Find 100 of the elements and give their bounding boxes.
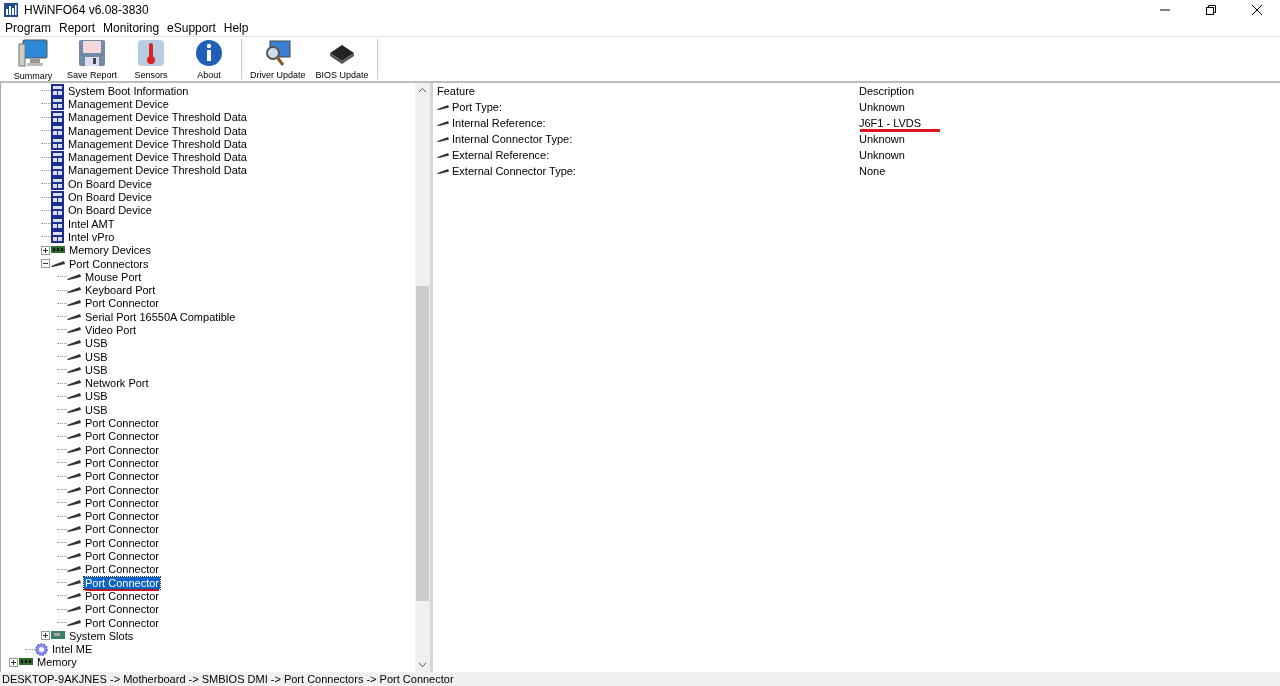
tree-item[interactable]: Memory: [36, 656, 78, 669]
dmi-icon: [51, 177, 64, 191]
monitor-icon: [18, 37, 48, 68]
toolbar-button[interactable]: About: [180, 37, 239, 81]
connector-plug-icon: [67, 485, 81, 494]
connector-plug-icon: [67, 352, 81, 361]
tree-item[interactable]: Port Connector: [84, 417, 160, 430]
tree-item[interactable]: Port Connector: [84, 483, 160, 496]
tree-item[interactable]: System Slots: [68, 629, 135, 642]
menu-item[interactable]: Program: [5, 21, 51, 35]
menu-item[interactable]: eSupport: [167, 21, 216, 35]
restore-icon[interactable]: [1206, 5, 1216, 15]
connector-plug-icon: [67, 472, 81, 481]
close-icon[interactable]: [1252, 5, 1262, 15]
scrollbar[interactable]: [415, 83, 430, 672]
tree-item[interactable]: USB: [84, 363, 109, 376]
toolbar-button[interactable]: BIOS Update: [310, 37, 374, 81]
monitor-magnifier-icon: [263, 38, 292, 67]
chevron-up-icon[interactable]: [418, 87, 427, 93]
connector-plug-icon: [437, 103, 449, 111]
connector-plug-icon: [67, 419, 81, 428]
tree-item[interactable]: Port Connector: [84, 603, 160, 616]
feature-label: External Connector Type:: [452, 165, 576, 177]
tree-item[interactable]: On Board Device: [67, 177, 153, 190]
chevron-down-icon[interactable]: [418, 662, 427, 668]
connector-plug-icon: [67, 299, 81, 308]
tree-item[interactable]: Management Device Threshold Data: [67, 124, 248, 137]
menu-item[interactable]: Monitoring: [103, 21, 160, 35]
tree-item[interactable]: Management Device Threshold Data: [67, 111, 248, 124]
tree-item[interactable]: Port Connector: [84, 510, 160, 523]
connector-plug-icon: [67, 565, 81, 574]
expander-icon[interactable]: [9, 657, 18, 667]
connector-plug-icon: [67, 578, 81, 587]
dmi-icon: [51, 124, 64, 138]
tree-item[interactable]: Management Device Threshold Data: [67, 151, 248, 164]
tree-item[interactable]: Port Connectors: [68, 257, 150, 270]
connector-plug-icon: [67, 392, 81, 401]
tree-item[interactable]: USB: [84, 390, 109, 403]
tree-item[interactable]: Port Connector: [84, 430, 160, 443]
tree-item[interactable]: Port Connector: [84, 550, 160, 563]
tree-item[interactable]: On Board Device: [67, 204, 153, 217]
menu-item[interactable]: Help: [223, 21, 249, 35]
thermometer-icon: [137, 38, 166, 67]
tree-item[interactable]: Port Connector: [84, 456, 160, 469]
connector-plug-icon: [67, 552, 81, 561]
tree-item[interactable]: Keyboard Port: [84, 284, 157, 297]
tree-item[interactable]: Port Connector: [84, 443, 160, 456]
connector-plug-icon: [437, 151, 449, 159]
feature-label: Internal Connector Type:: [452, 133, 573, 145]
tree-item[interactable]: Port Connector: [84, 616, 160, 629]
scrollbar-thumb[interactable]: [416, 286, 429, 601]
tree-item[interactable]: USB: [84, 350, 109, 363]
connector-plug-icon: [67, 525, 81, 534]
tree-item[interactable]: Intel AMT: [67, 217, 116, 230]
menu-item[interactable]: Report: [59, 21, 96, 35]
dmi-icon: [51, 97, 64, 111]
tree-item[interactable]: USB: [84, 337, 109, 350]
tree-item[interactable]: USB: [84, 403, 109, 416]
tree-item[interactable]: Port Connector: [84, 523, 160, 536]
tree-item[interactable]: Management Device Threshold Data: [67, 137, 248, 150]
tree-item[interactable]: Network Port: [84, 377, 150, 390]
connector-plug-icon: [437, 135, 449, 143]
tree-item[interactable]: Port Connector: [84, 536, 160, 549]
connector-plug-icon: [67, 498, 81, 507]
toolbar-button[interactable]: Save Report: [62, 37, 123, 81]
toolbar-button[interactable]: Driver Update: [245, 37, 311, 81]
tree-item[interactable]: Port Connector: [84, 589, 160, 602]
expander-icon[interactable]: [41, 245, 50, 255]
dmi-icon: [51, 217, 64, 231]
connector-plug-icon: [67, 405, 81, 414]
memory-module-icon: [19, 658, 33, 667]
tree-item[interactable]: Management Device Threshold Data: [67, 164, 248, 177]
tree-item[interactable]: Port Connector: [84, 470, 160, 483]
column-header[interactable]: Description: [859, 85, 1280, 97]
tree-item[interactable]: System Boot Information: [67, 84, 190, 97]
expander-icon[interactable]: [41, 259, 50, 268]
description-value: Unknown: [859, 101, 905, 113]
feature-label: Internal Reference:: [452, 117, 546, 129]
connector-plug-icon: [67, 286, 81, 295]
tree-item[interactable]: Intel ME: [51, 643, 94, 656]
tree-item[interactable]: Port Connector: [84, 297, 160, 310]
toolbar-button[interactable]: Summary: [4, 37, 62, 81]
connector-plug-icon: [67, 339, 81, 348]
tree-item[interactable]: Serial Port 16550A Compatible: [84, 310, 237, 323]
tree-item[interactable]: Port Connector: [84, 576, 160, 589]
memory-module-icon: [51, 246, 65, 255]
tree-item[interactable]: On Board Device: [67, 191, 153, 203]
tree-item[interactable]: Port Connector: [84, 563, 160, 576]
tree-item[interactable]: Management Device: [67, 97, 170, 110]
tree-item[interactable]: Video Port: [84, 324, 138, 336]
connector-plug-icon: [67, 605, 81, 614]
tree-item[interactable]: Intel vPro: [67, 230, 116, 243]
expander-icon[interactable]: [41, 631, 50, 641]
gear-icon: [35, 642, 48, 656]
column-header[interactable]: Feature: [437, 85, 859, 97]
toolbar-button[interactable]: Sensors: [122, 37, 181, 81]
connector-plug-icon: [67, 365, 81, 374]
tree-item[interactable]: Mouse Port: [84, 270, 143, 283]
tree-item[interactable]: Port Connector: [84, 496, 160, 509]
tree-item[interactable]: Memory Devices: [68, 244, 152, 257]
